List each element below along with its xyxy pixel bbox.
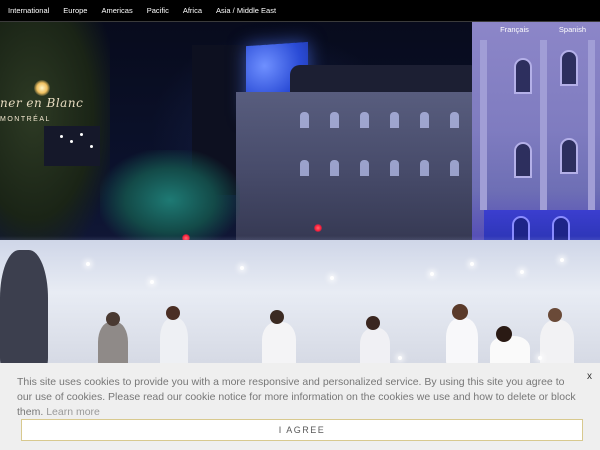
window <box>420 112 429 128</box>
logo-script: ner en Blanc <box>0 96 84 110</box>
language-switcher: Français Spanish <box>500 25 586 34</box>
lit-trees <box>100 150 240 250</box>
person <box>548 308 562 322</box>
tower-light <box>90 145 93 148</box>
window <box>330 160 339 176</box>
column <box>540 40 547 210</box>
street-lamp <box>34 80 50 96</box>
person <box>166 306 180 320</box>
window <box>450 112 459 128</box>
window <box>560 50 578 86</box>
sparkler <box>520 270 524 274</box>
window <box>560 138 578 174</box>
region-nav: International Europe Americas Pacific Af… <box>0 0 600 22</box>
traffic-light <box>314 224 322 232</box>
nav-item-asia-middle-east[interactable]: Asia / Middle East <box>216 6 276 15</box>
window <box>390 160 399 176</box>
window <box>360 160 369 176</box>
close-icon[interactable]: x <box>587 371 592 382</box>
person <box>366 316 380 330</box>
window <box>390 112 399 128</box>
nav-item-international[interactable]: International <box>8 6 49 15</box>
agree-button[interactable]: I AGREE <box>21 419 583 441</box>
nav-item-americas[interactable]: Americas <box>101 6 132 15</box>
person <box>360 328 390 368</box>
person <box>446 318 478 366</box>
tower-light <box>60 135 63 138</box>
sparkler <box>240 266 244 270</box>
nav-item-africa[interactable]: Africa <box>183 6 202 15</box>
cookie-notice: This site uses cookies to provide you wi… <box>17 375 577 420</box>
person <box>270 310 284 324</box>
window <box>300 112 309 128</box>
sparkler <box>150 280 154 284</box>
sparkler <box>430 272 434 276</box>
logo-city: MONTRÉAL <box>0 116 51 123</box>
person <box>262 322 296 367</box>
lang-spanish[interactable]: Spanish <box>559 25 586 34</box>
nav-item-europe[interactable]: Europe <box>63 6 87 15</box>
person <box>452 304 468 320</box>
window <box>330 112 339 128</box>
tower-light <box>80 133 83 136</box>
tower-light <box>70 140 73 143</box>
column <box>480 40 487 210</box>
lang-french[interactable]: Français <box>500 25 529 34</box>
sparkler <box>86 262 90 266</box>
person <box>490 336 530 366</box>
learn-more-link[interactable]: Learn more <box>46 406 100 418</box>
cookie-message: This site uses cookies to provide you wi… <box>17 376 576 418</box>
person <box>0 250 48 370</box>
window <box>514 58 532 94</box>
window <box>360 112 369 128</box>
window <box>420 160 429 176</box>
sparkler <box>398 356 402 360</box>
person <box>496 326 512 342</box>
sparkler <box>560 258 564 262</box>
window <box>514 142 532 178</box>
person <box>106 312 120 326</box>
event-logo: ner en Blanc MONTRÉAL <box>0 96 83 123</box>
sparkler <box>470 262 474 266</box>
window <box>450 160 459 176</box>
nav-item-pacific[interactable]: Pacific <box>147 6 169 15</box>
sparkler <box>538 356 542 360</box>
column <box>588 40 595 210</box>
person <box>540 320 574 368</box>
person <box>160 318 188 368</box>
window <box>300 160 309 176</box>
sparkler <box>330 276 334 280</box>
